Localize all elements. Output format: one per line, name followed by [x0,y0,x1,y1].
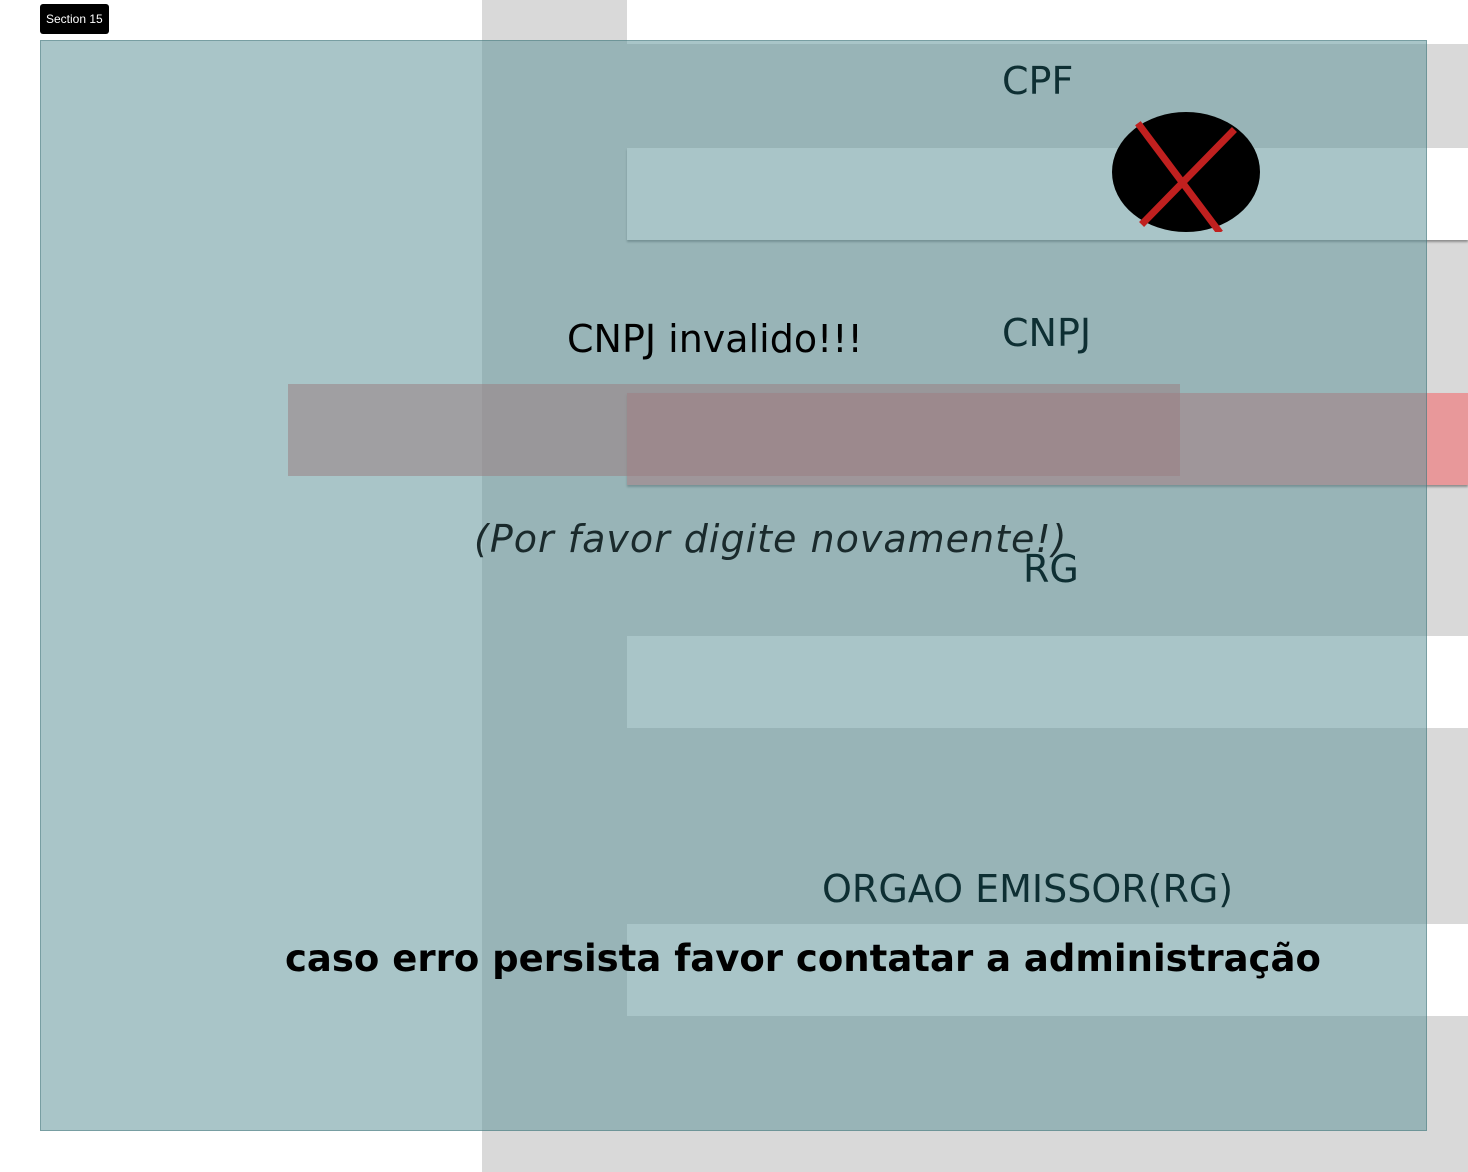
cnpj-label: CNPJ [1002,311,1092,355]
contact-admin-message: caso erro persista favor contatar a admi… [285,937,1321,980]
cpf-label: CPF [1002,59,1074,103]
close-icon[interactable] [1112,112,1260,235]
screen: Section 15 CPF CNPJ RG ORGAO EMISSOR(RG)… [0,0,1468,1172]
orgao-emissor-label: ORGAO EMISSOR(RG) [822,867,1234,911]
error-hint: (Por favor digite novamente!) [474,517,1068,561]
section-tag: Section 15 [40,4,109,34]
error-title: CNPJ invalido!!! [567,317,863,361]
form-top-strip [627,0,1468,44]
